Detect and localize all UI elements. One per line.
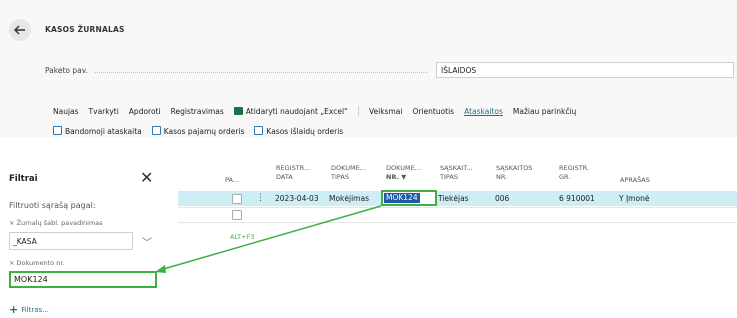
- annotation-arrow: [155, 205, 382, 273]
